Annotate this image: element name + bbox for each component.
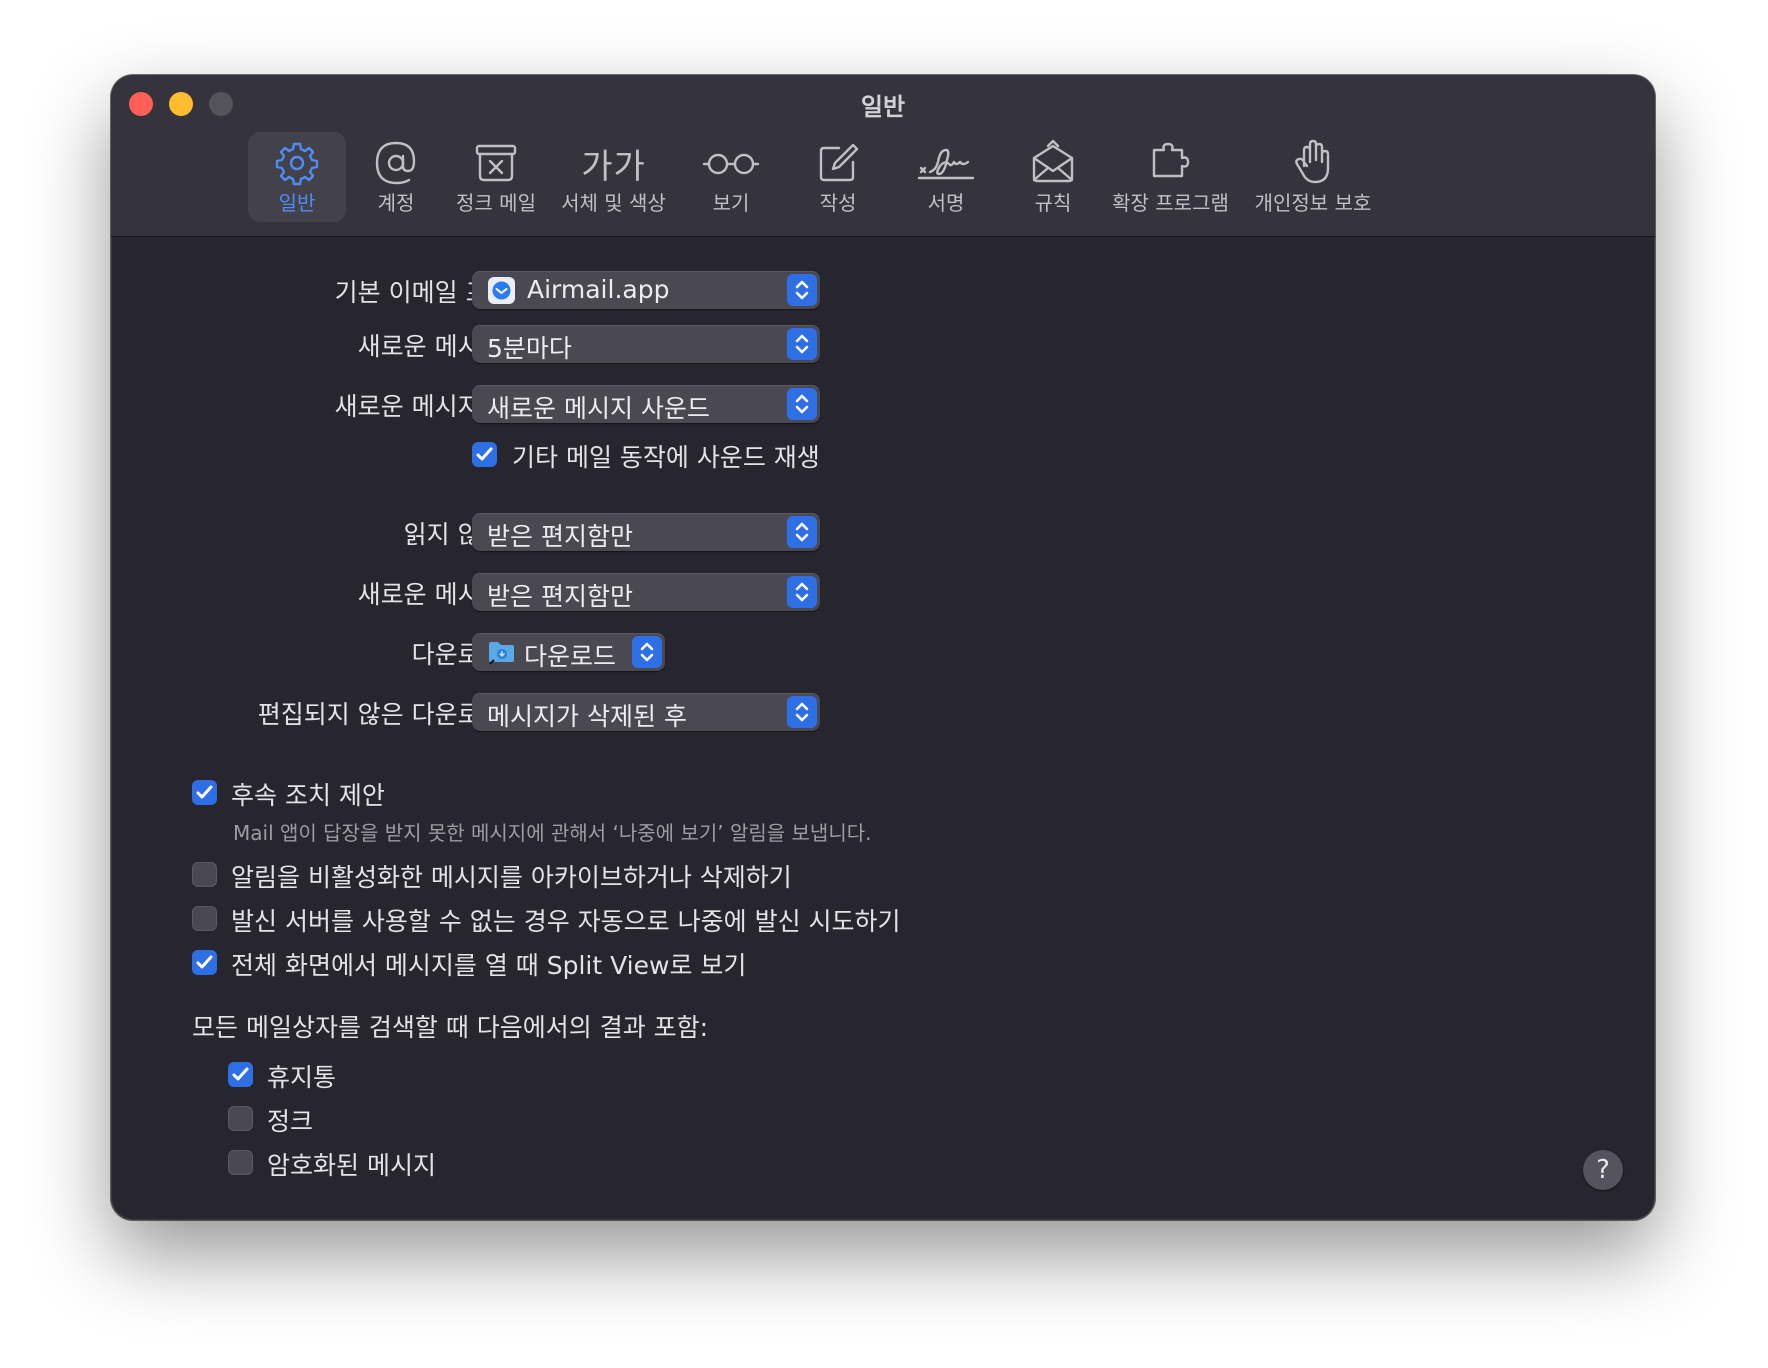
sound-stepper-icon (787, 388, 817, 420)
play-sounds-label: 기타 메일 동작에 사운드 재생 (512, 443, 820, 472)
checkmark-icon (232, 1067, 249, 1081)
follow-up-hint: Mail 앱이 답장을 받지 못한 메시지에 관해서 ‘나중에 보기’ 알림을 … (233, 821, 872, 845)
split-view-label: 전체 화면에서 메시지를 열 때 Split View로 보기 (231, 951, 747, 980)
tab-general[interactable]: 일반 (248, 132, 346, 222)
tab-accounts-label: 계정 (377, 191, 415, 215)
check-new-value: 5분마다 (487, 334, 572, 363)
tab-fonts-colors-label: 서체 및 색상 (561, 191, 666, 215)
download-folder-value: 다운로드 (524, 642, 617, 671)
gear-icon (248, 138, 346, 188)
tab-composing-label: 작성 (819, 191, 857, 215)
notifications-stepper-icon (787, 576, 817, 608)
sound-popup[interactable]: 새로운 메시지 사운드 (472, 385, 820, 423)
search-results-heading: 모든 메일상자를 검색할 때 다음에서의 결과 포함: (192, 1013, 709, 1042)
tab-junk-mail-label: 정크 메일 (456, 191, 536, 215)
follow-up-label: 후속 조치 제안 (231, 781, 385, 810)
tab-privacy[interactable]: 개인정보 보호 (1243, 132, 1383, 222)
at-sign-icon (356, 138, 436, 188)
rules-envelope-icon (1008, 138, 1098, 188)
titlebar: 일반 일반 계정 정크 메일 가가 서체 및 색상 보기 작성 서명 규칙 확장… (111, 75, 1655, 237)
search-junk-label: 정크 (267, 1107, 314, 1136)
play-sounds-checkbox[interactable] (472, 442, 497, 467)
tab-composing[interactable]: 작성 (788, 132, 888, 222)
junk-tray-icon (441, 138, 551, 188)
default-mail-popup[interactable]: Airmail.app (472, 271, 820, 309)
default-mail-stepper-icon (787, 274, 817, 306)
check-new-popup[interactable]: 5분마다 (472, 325, 820, 363)
archive-muted-label: 알림을 비활성화한 메시지를 아카이브하거나 삭제하기 (231, 863, 792, 892)
tab-signatures[interactable]: 서명 (886, 132, 1006, 222)
unread-count-popup[interactable]: 받은 편지함만 (472, 513, 820, 551)
follow-up-checkbox[interactable] (192, 780, 217, 805)
split-view-checkbox[interactable] (192, 950, 217, 975)
folder-icon (489, 642, 514, 665)
puzzle-icon (1098, 138, 1243, 188)
search-encrypted-checkbox[interactable] (228, 1150, 253, 1175)
tab-general-label: 일반 (278, 191, 316, 215)
tab-viewing[interactable]: 보기 (676, 132, 786, 222)
tab-fonts-colors[interactable]: 가가 서체 및 색상 (551, 132, 676, 222)
search-encrypted-label: 암호화된 메시지 (267, 1151, 436, 1180)
preferences-window: 일반 일반 계정 정크 메일 가가 서체 및 색상 보기 작성 서명 규칙 확장… (111, 75, 1655, 1220)
retry-send-checkbox[interactable] (192, 906, 217, 931)
default-mail-value: Airmail.app (527, 275, 670, 304)
hand-icon (1243, 138, 1383, 188)
tab-accounts[interactable]: 계정 (356, 132, 436, 222)
sound-value: 새로운 메시지 사운드 (487, 394, 710, 423)
checkmark-icon (196, 955, 213, 969)
tab-privacy-label: 개인정보 보호 (1254, 191, 1372, 215)
checkmark-icon (476, 447, 493, 461)
remove-downloads-popup[interactable]: 메시지가 삭제된 후 (472, 693, 820, 731)
search-trash-checkbox[interactable] (228, 1062, 253, 1087)
airmail-app-icon (488, 277, 515, 304)
retry-send-label: 발신 서버를 사용할 수 없는 경우 자동으로 나중에 발신 시도하기 (231, 907, 901, 936)
signature-icon (886, 138, 1006, 188)
search-junk-checkbox[interactable] (228, 1106, 253, 1131)
font-icon: 가가 (551, 138, 676, 188)
window-title: 일반 (860, 93, 906, 121)
download-folder-popup[interactable]: 다운로드 (472, 633, 665, 671)
tab-signatures-label: 서명 (927, 191, 965, 215)
remove-downloads-stepper-icon (787, 696, 817, 728)
help-button[interactable]: ? (1583, 1150, 1623, 1190)
general-settings-pane: 기본 이메일 프로그램: Airmail.app 새로운 메시지 확인: 5분마… (111, 237, 1655, 1220)
checkmark-icon (196, 785, 213, 799)
tab-extensions-label: 확장 프로그램 (1112, 191, 1229, 215)
remove-downloads-value: 메시지가 삭제된 후 (487, 702, 687, 731)
unread-count-value: 받은 편지함만 (487, 522, 633, 551)
font-glyph: 가가 (581, 146, 646, 187)
tab-rules-label: 규칙 (1034, 191, 1072, 215)
notifications-popup[interactable]: 받은 편지함만 (472, 573, 820, 611)
tab-junk-mail[interactable]: 정크 메일 (441, 132, 551, 222)
search-trash-label: 휴지통 (267, 1063, 337, 1092)
glasses-icon (676, 138, 786, 188)
notifications-value: 받은 편지함만 (487, 582, 633, 611)
tab-viewing-label: 보기 (712, 191, 750, 215)
download-folder-stepper-icon (632, 636, 662, 668)
archive-muted-checkbox[interactable] (192, 862, 217, 887)
tab-rules[interactable]: 규칙 (1008, 132, 1098, 222)
unread-count-stepper-icon (787, 516, 817, 548)
compose-icon (788, 138, 888, 188)
check-new-stepper-icon (787, 328, 817, 360)
tab-extensions[interactable]: 확장 프로그램 (1098, 132, 1243, 222)
